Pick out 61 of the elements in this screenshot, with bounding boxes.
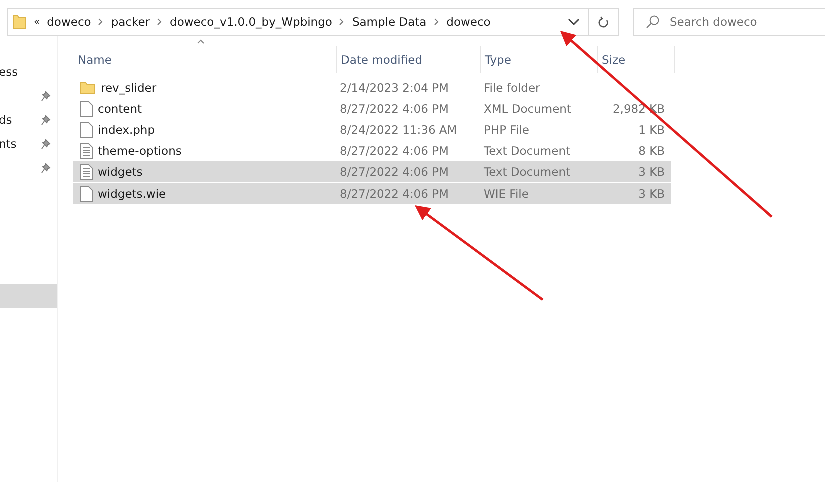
- sidebar-label: ds: [0, 113, 12, 127]
- date-cell-text: 8/27/2022 4:06 PM: [339, 144, 450, 158]
- file-row[interactable]: widgets 8/27/2022 4:06 PM Text Document 3 KB: [73, 161, 671, 183]
- type-cell-text: WIE File: [483, 186, 530, 200]
- chevron-icon: [98, 18, 104, 26]
- file-icon: [80, 100, 93, 116]
- file-row[interactable]: index.php 8/24/2022 11:36 AM PHP File 1 KB: [73, 119, 671, 140]
- file-name: theme-options: [98, 144, 182, 158]
- refresh-icon: [598, 16, 610, 28]
- column-header[interactable]: Name: [74, 46, 337, 73]
- search-field[interactable]: Search doweco: [633, 8, 825, 36]
- address-bar[interactable]: « doweco packer doweco_v1.0.0_by_Wpbingo Sample Data doweco: [7, 8, 589, 36]
- breadcrumb[interactable]: doweco: [446, 15, 491, 29]
- date-cell-text: 8/24/2022 11:36 AM: [339, 122, 458, 136]
- size-cell-text: 8 KB: [638, 144, 666, 158]
- column-header[interactable]: Size: [598, 46, 675, 73]
- file-name: widgets: [98, 164, 143, 178]
- type-cell-text: Text Document: [483, 144, 572, 158]
- chevron-icon: [157, 18, 164, 26]
- sort-icon: [197, 39, 205, 44]
- column-header[interactable]: Type: [481, 46, 598, 73]
- breadcrumb[interactable]: doweco: [47, 15, 92, 29]
- sidebar-row[interactable]: ess: [0, 60, 57, 84]
- search-icon: [646, 15, 660, 29]
- file-icon: [80, 186, 93, 202]
- sidebar-label: nts: [0, 137, 17, 151]
- sidebar-row[interactable]: nts: [0, 132, 57, 156]
- date-cell-text: 8/27/2022 4:06 PM: [339, 186, 450, 200]
- folder-icon: [13, 14, 27, 30]
- type-cell-text: PHP File: [483, 122, 530, 136]
- file-name: rev_slider: [101, 80, 157, 94]
- size-cell-text: 3 KB: [638, 186, 666, 200]
- file-name: content: [98, 102, 142, 116]
- breadcrumb[interactable]: doweco_v1.0.0_by_Wpbingo: [170, 15, 332, 29]
- folder-icon: [80, 80, 96, 94]
- file-icon: [80, 122, 93, 138]
- refresh-button[interactable]: [589, 8, 619, 36]
- dropdown-icon[interactable]: [568, 18, 580, 26]
- file-name: widgets.wie: [98, 186, 166, 200]
- sidebar-row[interactable]: ds: [0, 108, 57, 132]
- file-row[interactable]: widgets.wie 8/27/2022 4:06 PM WIE File 3 KB: [73, 183, 671, 205]
- overflow-chevron[interactable]: «: [34, 16, 40, 28]
- date-cell-text: 8/27/2022 4:06 PM: [339, 102, 450, 116]
- file-name: index.php: [98, 122, 156, 136]
- column-header[interactable]: Date modified: [337, 46, 481, 73]
- breadcrumb[interactable]: packer: [111, 15, 150, 29]
- file-row[interactable]: theme-options 8/27/2022 4:06 PM Text Document 8 KB: [73, 140, 671, 161]
- size-cell-text: 3 KB: [638, 164, 666, 178]
- type-cell-text: Text Document: [483, 164, 572, 178]
- file-row[interactable]: rev_slider 2/14/2023 2:04 PM File folder: [73, 77, 671, 98]
- chevron-icon: [434, 18, 440, 26]
- type-cell-text: XML Document: [483, 102, 572, 116]
- text-file-icon: [80, 164, 93, 180]
- text-file-icon: [80, 142, 93, 158]
- date-cell-text: 2/14/2023 2:04 PM: [339, 80, 450, 94]
- date-cell-text: 8/27/2022 4:06 PM: [339, 164, 450, 178]
- sidebar-label: ess: [0, 65, 18, 79]
- chevron-icon: [339, 18, 346, 26]
- type-cell-text: File folder: [483, 80, 542, 94]
- size-cell-text: 1 KB: [638, 122, 666, 136]
- breadcrumb[interactable]: Sample Data: [352, 15, 427, 29]
